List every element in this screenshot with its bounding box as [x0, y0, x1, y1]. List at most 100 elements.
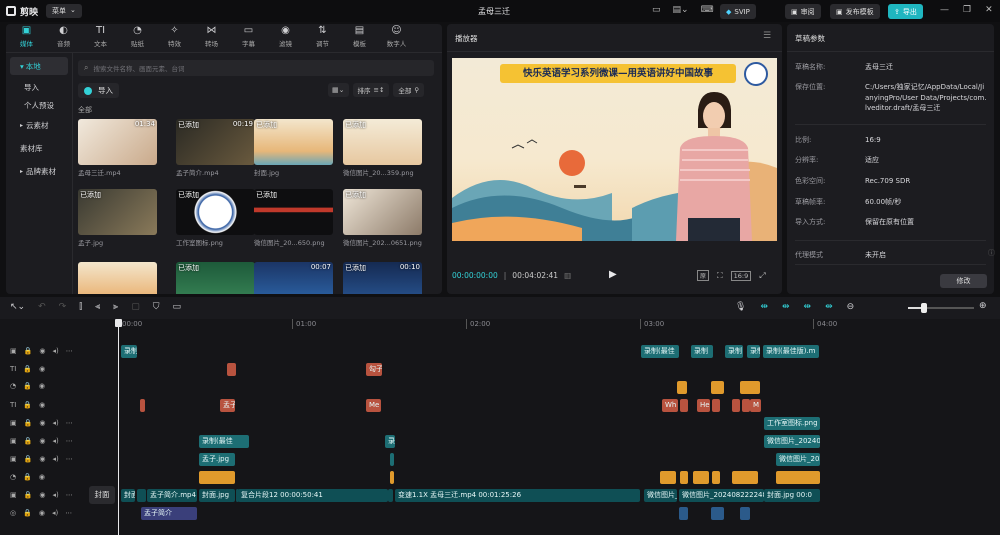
layout-switch-icon[interactable]: ▤⌄ [673, 5, 689, 15]
more-icon[interactable]: ⋯ [66, 455, 73, 463]
visibility-icon[interactable]: ◉ [39, 401, 45, 409]
track-type-icon[interactable]: TI [10, 401, 16, 409]
shield-icon[interactable]: ⛉ [153, 302, 160, 312]
menu-button[interactable]: 菜单 ⌄ [46, 4, 82, 18]
timeline-clip[interactable] [712, 399, 720, 412]
timeline-clip[interactable] [140, 399, 145, 412]
zoom-slider-handle[interactable] [921, 303, 927, 313]
track-type-icon[interactable]: ▣ [10, 347, 17, 355]
timeline-clip[interactable]: 封面 [121, 489, 135, 502]
visibility-icon[interactable]: ◉ [39, 382, 45, 390]
split-right-icon[interactable]: ⫸ [113, 302, 118, 312]
audio-icon[interactable]: ◂) [52, 491, 58, 499]
timeline-clip[interactable]: 录制(最佳版).m [763, 345, 819, 358]
media-thumbnail[interactable]: 已添加 [343, 189, 422, 235]
timeline-clip[interactable] [390, 453, 394, 466]
minimize-icon[interactable]: — [940, 5, 949, 15]
delete-icon[interactable]: ▢ [131, 302, 140, 312]
media-thumbnail[interactable]: 已添加 [254, 189, 333, 235]
more-icon[interactable]: ⋯ [66, 347, 73, 355]
media-thumbnail[interactable]: 00:07 [254, 262, 333, 294]
audio-icon[interactable]: ◂) [52, 455, 58, 463]
media-thumbnail[interactable]: 已添加 [176, 262, 255, 294]
timeline-clip[interactable] [732, 471, 758, 484]
lock-icon[interactable]: 🔒 [24, 347, 33, 355]
timeline-clip[interactable] [712, 471, 720, 484]
caption-icon[interactable]: ▭ [173, 302, 182, 312]
visibility-icon[interactable]: ◉ [39, 437, 45, 445]
timeline-clip[interactable]: 微信图片_202 [776, 453, 820, 466]
review-button[interactable]: ▣ 审阅 [785, 4, 821, 19]
timeline-clip[interactable]: 孟子.jpg [199, 453, 235, 466]
timeline-clip[interactable] [231, 363, 236, 376]
close-icon[interactable]: ✕ [985, 5, 993, 15]
cover-button[interactable]: 封面 [89, 486, 115, 504]
timeline-clip[interactable] [680, 471, 688, 484]
video-preview[interactable]: 快乐英语学习系列微课—用英语讲好中国故事 [452, 58, 777, 241]
audio-icon[interactable]: ◂) [52, 509, 58, 517]
timeline-clip[interactable]: 封面.jpg 00:0 [764, 489, 820, 502]
playhead[interactable] [118, 320, 119, 535]
lock-icon[interactable]: 🔒 [24, 491, 33, 499]
more-icon[interactable]: ⋯ [66, 419, 73, 427]
lock-icon[interactable]: 🔒 [23, 473, 32, 481]
publish-template-button[interactable]: ▣ 发布模板 [830, 4, 880, 19]
timeline-clip[interactable]: 微信图片_20240822224841 [679, 489, 764, 502]
media-thumbnail[interactable]: 已添加 [343, 119, 422, 165]
split-left-icon[interactable]: ⫷ [95, 302, 100, 312]
timeline-clip[interactable] [660, 471, 676, 484]
svip-button[interactable]: ◆ SVIP [720, 4, 756, 19]
track-type-icon[interactable]: ▣ [10, 491, 17, 499]
timeline-clip[interactable] [680, 399, 688, 412]
timeline-clip[interactable]: Wh [662, 399, 678, 412]
quality-icon[interactable]: 原 [697, 270, 710, 281]
link-main-icon[interactable]: ⇹ [760, 302, 768, 312]
media-thumbnail[interactable]: 已添加 [176, 189, 255, 235]
microphone-icon[interactable]: 🎙 [735, 302, 746, 312]
media-thumbnail[interactable]: 已添加 [254, 119, 333, 165]
timeline-clip[interactable]: 变速1.1X 孟母三迁.mp4 00:01:25:26 [395, 489, 640, 502]
maximize-icon[interactable]: ❐ [963, 5, 971, 15]
timeline-clip[interactable] [732, 399, 740, 412]
visibility-icon[interactable]: ◉ [39, 365, 45, 373]
undo-icon[interactable]: ↶ [38, 302, 46, 312]
timeline-clip[interactable] [679, 507, 688, 520]
timeline-clip[interactable]: 微信图片_202408 [764, 435, 820, 448]
lock-icon[interactable]: 🔒 [24, 455, 33, 463]
visibility-icon[interactable]: ◉ [39, 509, 45, 517]
timeline-clip[interactable] [137, 489, 146, 502]
track-type-icon[interactable]: ▣ [10, 437, 17, 445]
playhead-handle[interactable] [115, 319, 122, 327]
lock-icon[interactable]: 🔒 [23, 509, 32, 517]
timeline-clip[interactable] [776, 471, 820, 484]
timeline-clip[interactable] [388, 489, 393, 502]
timeline-clip[interactable]: 录制(最 [121, 345, 137, 358]
modify-button[interactable]: 修改 [940, 274, 987, 288]
track-type-icon[interactable]: ▣ [10, 419, 17, 427]
track-type-icon[interactable]: TI [10, 365, 16, 373]
timeline-clip[interactable] [390, 471, 394, 484]
visibility-icon[interactable]: ◉ [39, 491, 45, 499]
select-tool-icon[interactable]: ↖⌄ [10, 302, 25, 312]
crop-icon[interactable]: ⛶ [717, 271, 723, 281]
track-type-icon[interactable]: ◎ [10, 509, 16, 517]
media-thumbnail[interactable]: 已添加 [78, 189, 157, 235]
timeline-clip[interactable]: 录制(最佳 [199, 435, 249, 448]
timecode-icon[interactable]: ▥ [564, 271, 571, 280]
audio-icon[interactable]: ◂) [52, 347, 58, 355]
lock-icon[interactable]: 🔒 [24, 419, 33, 427]
timeline-clip[interactable]: 录 [385, 435, 395, 448]
lock-icon[interactable]: 🔒 [23, 382, 32, 390]
timeline-clip[interactable]: 录制 [747, 345, 760, 358]
time-ruler[interactable]: 00:00 01:00 02:00 03:00 04:00 [118, 319, 998, 331]
snap-icon[interactable]: ⇹ [804, 302, 812, 312]
timeline-clip[interactable]: 孟子 [220, 399, 235, 412]
visibility-icon[interactable]: ◉ [39, 473, 45, 481]
timeline-clip[interactable] [711, 507, 724, 520]
timeline-clip[interactable]: 微信图片_2024 [644, 489, 677, 502]
timeline-clip[interactable] [693, 471, 709, 484]
layout-icon[interactable]: ▭ [652, 5, 661, 15]
timeline-clip[interactable]: Me [366, 399, 381, 412]
timeline-clip[interactable]: 录制(最佳 [641, 345, 679, 358]
timeline-clip[interactable]: 录制 [691, 345, 713, 358]
